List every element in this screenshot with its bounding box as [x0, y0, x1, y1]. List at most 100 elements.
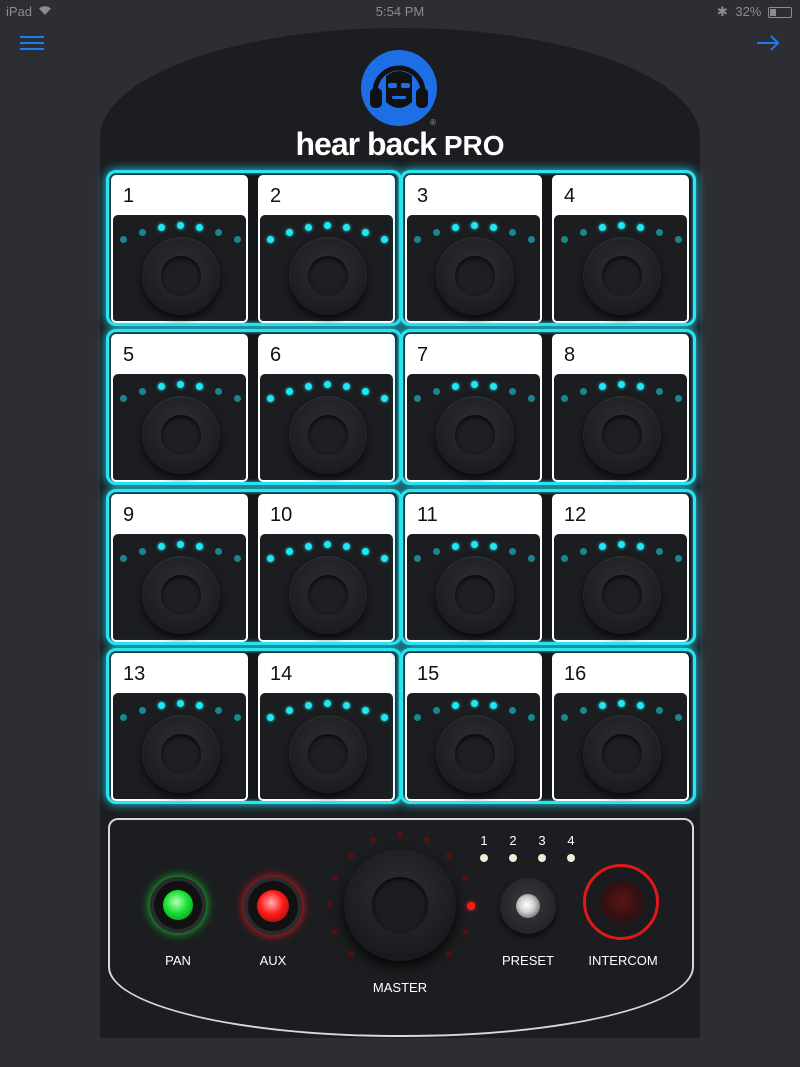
- level-led: [580, 229, 587, 236]
- level-led: [305, 702, 312, 709]
- channel-strip[interactable]: 11: [405, 494, 542, 642]
- status-time: 5:54 PM: [375, 4, 425, 19]
- level-led: [561, 395, 568, 402]
- level-led: [362, 707, 369, 714]
- channel-volume-knob[interactable]: [583, 715, 661, 793]
- channel-group: 15 16: [400, 648, 696, 804]
- channel-number: 2: [270, 185, 282, 207]
- level-led: [362, 548, 369, 555]
- channel-strip[interactable]: 1: [111, 175, 248, 323]
- level-led: [599, 702, 606, 709]
- level-led: [471, 541, 478, 548]
- channel-strip[interactable]: 14: [258, 653, 395, 801]
- channel-strip[interactable]: 12: [552, 494, 689, 642]
- level-led: [286, 707, 293, 714]
- channel-volume-knob[interactable]: [436, 715, 514, 793]
- preset-indicator-led: [480, 854, 488, 862]
- master-knob[interactable]: [344, 849, 456, 961]
- level-led: [618, 381, 625, 388]
- channel-volume-knob[interactable]: [436, 396, 514, 474]
- master-level-led: [461, 928, 468, 935]
- channel-knob-panel: [113, 374, 246, 480]
- menu-button[interactable]: [20, 28, 44, 61]
- channel-volume-knob[interactable]: [142, 396, 220, 474]
- channel-strip[interactable]: 9: [111, 494, 248, 642]
- channel-volume-knob[interactable]: [436, 556, 514, 634]
- level-led: [452, 543, 459, 550]
- channel-number: 7: [417, 344, 429, 366]
- channel-number: 1: [123, 185, 135, 207]
- level-led: [215, 388, 222, 395]
- level-led: [656, 229, 663, 236]
- preset-indicator-led: [567, 854, 575, 862]
- channel-strip[interactable]: 6: [258, 334, 395, 482]
- level-led: [139, 548, 146, 555]
- channel-volume-knob[interactable]: [583, 237, 661, 315]
- preset-label: PRESET: [501, 953, 554, 968]
- preset-number: 3: [538, 833, 546, 848]
- level-led: [433, 707, 440, 714]
- channel-knob-panel: [113, 215, 246, 321]
- channel-volume-knob[interactable]: [289, 715, 367, 793]
- master-knob-cap: [372, 877, 428, 933]
- channel-group: 13 14: [106, 648, 402, 804]
- channel-strip[interactable]: 3: [405, 175, 542, 323]
- channel-volume-knob[interactable]: [142, 237, 220, 315]
- channel-group: 11 12: [400, 489, 696, 645]
- next-button[interactable]: [756, 28, 780, 61]
- level-led: [675, 395, 682, 402]
- level-led: [286, 229, 293, 236]
- preset-indicator-led: [509, 854, 517, 862]
- channel-knob-panel: [407, 374, 540, 480]
- master-label: MASTER: [372, 980, 428, 995]
- level-led: [343, 224, 350, 231]
- level-led: [305, 383, 312, 390]
- level-led: [215, 548, 222, 555]
- level-led: [414, 714, 421, 721]
- arrow-right-icon: [757, 35, 780, 51]
- level-led: [362, 388, 369, 395]
- channel-strip[interactable]: 15: [405, 653, 542, 801]
- channel-strip[interactable]: 2: [258, 175, 395, 323]
- channel-volume-knob[interactable]: [289, 237, 367, 315]
- level-led: [343, 702, 350, 709]
- pan-button[interactable]: [150, 877, 206, 933]
- level-led: [490, 224, 497, 231]
- channel-volume-knob[interactable]: [583, 556, 661, 634]
- preset-number: 1: [480, 833, 488, 848]
- battery-status: ✱ 32%: [717, 4, 792, 20]
- preset-button[interactable]: [500, 878, 556, 934]
- channel-strip[interactable]: 16: [552, 653, 689, 801]
- headphone-face-icon: [370, 65, 428, 108]
- channel-volume-knob[interactable]: [583, 396, 661, 474]
- channel-strip[interactable]: 7: [405, 334, 542, 482]
- channel-group: 56: [106, 329, 402, 485]
- channel-volume-knob[interactable]: [436, 237, 514, 315]
- channel-knob-panel: [260, 534, 393, 640]
- level-led: [381, 395, 388, 402]
- channel-strip[interactable]: 10: [258, 494, 395, 642]
- master-level-led: [467, 902, 475, 910]
- channel-strip[interactable]: 4: [552, 175, 689, 323]
- level-led: [139, 388, 146, 395]
- intercom-button[interactable]: [583, 864, 659, 940]
- level-led: [267, 236, 274, 243]
- channel-volume-knob[interactable]: [142, 715, 220, 793]
- pan-led: [163, 890, 193, 920]
- channel-knob-panel: [407, 215, 540, 321]
- channel-volume-knob[interactable]: [289, 556, 367, 634]
- channel-strip[interactable]: 13: [111, 653, 248, 801]
- level-led: [120, 395, 127, 402]
- level-led: [675, 555, 682, 562]
- aux-button[interactable]: [244, 877, 302, 935]
- level-led: [196, 383, 203, 390]
- level-led: [618, 222, 625, 229]
- channel-strip[interactable]: 5: [111, 334, 248, 482]
- level-led: [509, 229, 516, 236]
- level-led: [675, 236, 682, 243]
- level-led: [471, 700, 478, 707]
- channel-volume-knob[interactable]: [142, 556, 220, 634]
- channel-strip[interactable]: 8: [552, 334, 689, 482]
- channel-volume-knob[interactable]: [289, 396, 367, 474]
- level-led: [656, 548, 663, 555]
